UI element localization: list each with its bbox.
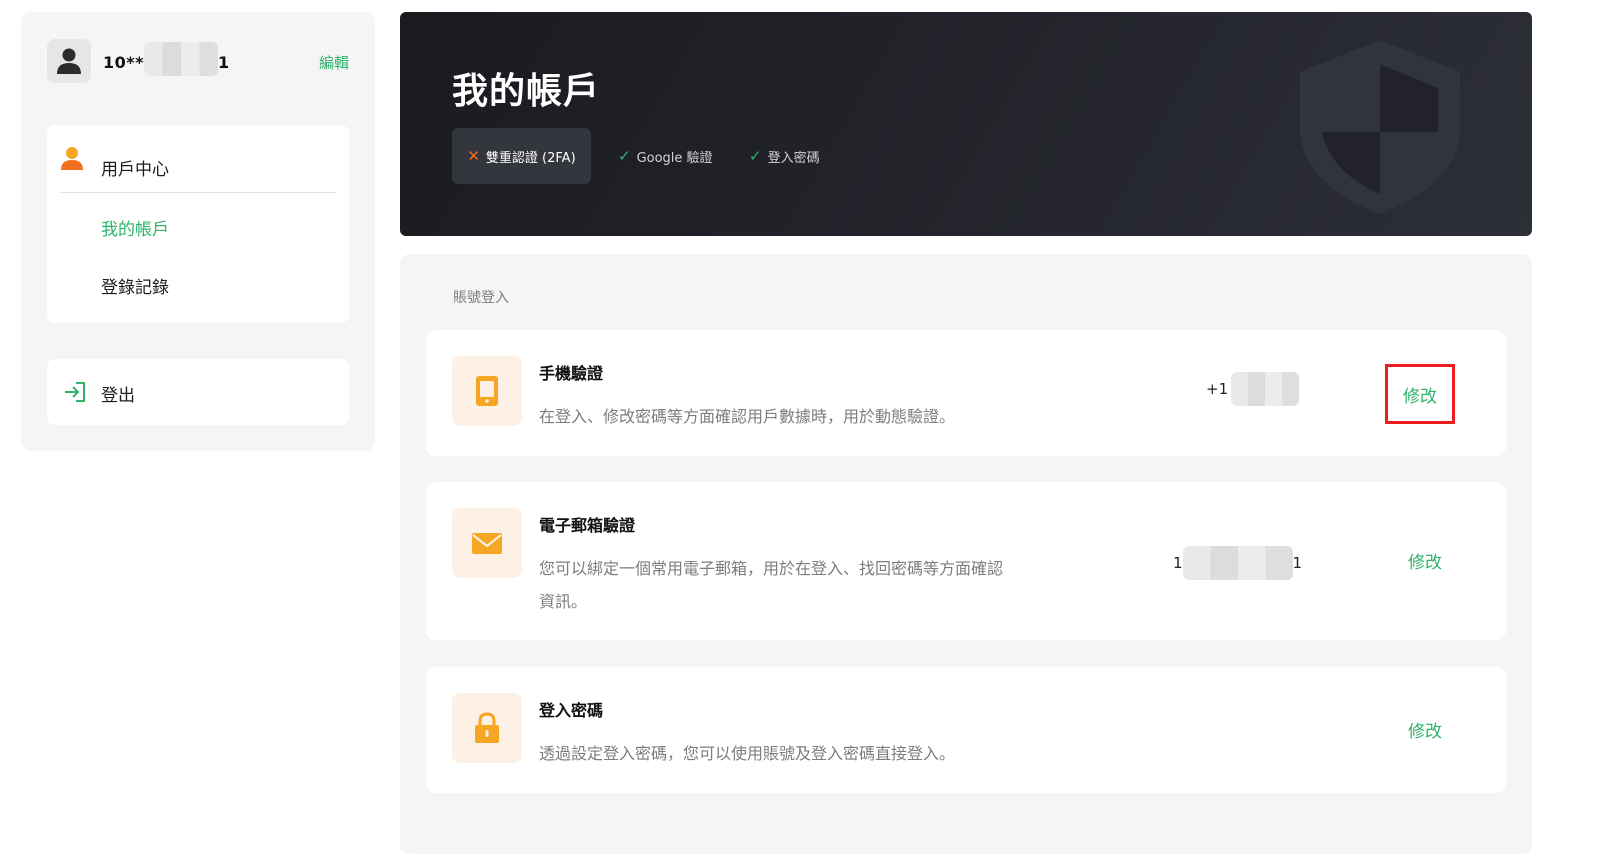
phone-prefix: +1 (1206, 380, 1229, 398)
username-prefix: 10** (103, 53, 144, 72)
username-suffix: 1 (218, 53, 230, 72)
email-verification-card: 電子郵箱驗證 您可以綁定一個常用電子郵箱，用於在登入、找回密碼等方面確認資訊。 … (426, 482, 1506, 640)
phone-mask (1231, 372, 1300, 406)
method-title: 電子郵箱驗證 (539, 516, 636, 535)
section-title: 賬號登入 (453, 290, 509, 306)
email-icon-box (452, 508, 522, 578)
method-title: 手機驗證 (539, 364, 604, 383)
logout-icon (65, 382, 85, 402)
user-avatar-icon (57, 48, 81, 74)
modify-password-button[interactable]: 修改 (1408, 717, 1442, 742)
menu-item-login-records[interactable]: 登錄記錄 (101, 273, 169, 298)
phone-icon (476, 376, 498, 406)
sidebar: 10** 1 編輯 用戶中心 我的帳戶 登錄記錄 登出 (21, 12, 375, 451)
chip-login-password[interactable]: ✓ 登入密碼 (749, 128, 820, 184)
username-mask (144, 42, 218, 76)
method-description: 在登入、修改密碼等方面確認用戶數據時，用於動態驗證。 (539, 407, 956, 426)
login-password-card: 登入密碼 透過設定登入密碼，您可以使用賬號及登入密碼直接登入。 修改 (426, 667, 1506, 793)
modify-email-button[interactable]: 修改 (1408, 548, 1442, 573)
menu-user-center-label: 用戶中心 (101, 160, 169, 180)
username: 10** 1 (103, 42, 230, 76)
chip-2fa-label: 雙重認證 (2FA) (485, 150, 576, 166)
menu-item-my-account[interactable]: 我的帳戶 (101, 215, 169, 240)
person-icon (61, 147, 83, 170)
method-description: 您可以綁定一個常用電子郵箱，用於在登入、找回密碼等方面確認資訊。 (539, 559, 1004, 611)
method-title: 登入密碼 (539, 701, 604, 720)
menu-divider (60, 192, 336, 193)
account-hero: 我的帳戶 ✕ 雙重認證 (2FA) ✓ Google 驗證 ✓ 登入密碼 (400, 12, 1532, 236)
chip-google-label: Google 驗證 (636, 150, 713, 166)
menu-user-center[interactable]: 用戶中心 (60, 145, 336, 181)
phone-value: +1 (1206, 372, 1300, 406)
lock-icon-box (452, 693, 522, 763)
shield-icon (1300, 40, 1460, 214)
avatar (47, 39, 91, 83)
phone-icon-box (452, 356, 522, 426)
method-description: 透過設定登入密碼，您可以使用賬號及登入密碼直接登入。 (539, 744, 956, 763)
check-icon: ✓ (749, 147, 762, 165)
phone-verification-card: 手機驗證 在登入、修改密碼等方面確認用戶數據時，用於動態驗證。 +1 修改 (426, 330, 1506, 456)
chip-google-auth[interactable]: ✓ Google 驗證 (618, 128, 713, 184)
page-title: 我的帳戶 (452, 71, 601, 112)
user-row: 10** 1 編輯 (47, 39, 349, 83)
logout-button[interactable]: 登出 (47, 359, 349, 425)
modify-phone-button[interactable]: 修改 (1385, 364, 1455, 424)
chip-2fa[interactable]: ✕ 雙重認證 (2FA) (452, 128, 591, 184)
logout-label: 登出 (101, 386, 135, 406)
menu-card: 用戶中心 我的帳戶 登錄記錄 (47, 125, 349, 323)
x-icon: ✕ (467, 147, 480, 165)
check-icon: ✓ (618, 147, 631, 165)
email-mask (1182, 546, 1293, 580)
security-section: 賬號登入 手機驗證 在登入、修改密碼等方面確認用戶數據時，用於動態驗證。 +1 … (400, 254, 1532, 854)
email-suffix: 1 (1292, 554, 1303, 572)
lock-icon (475, 712, 499, 743)
envelope-icon (472, 533, 502, 554)
email-prefix: 1 (1173, 554, 1183, 572)
chip-password-label: 登入密碼 (767, 150, 820, 166)
email-value: 1 1 (1173, 546, 1302, 580)
edit-link[interactable]: 編輯 (319, 52, 349, 73)
